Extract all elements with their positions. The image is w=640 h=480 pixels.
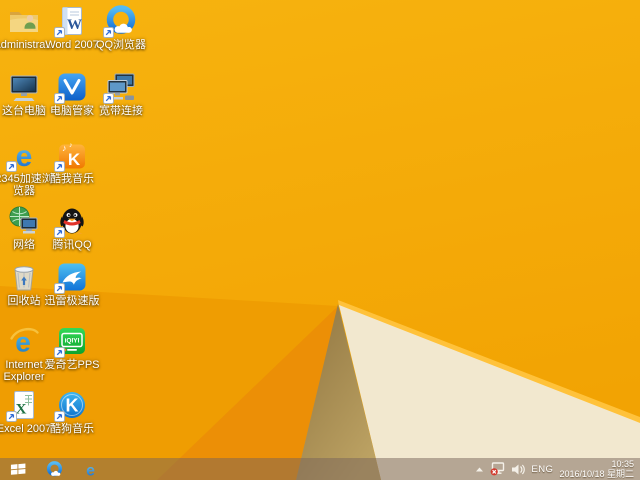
shortcut-arrow-icon bbox=[54, 161, 65, 172]
start-button[interactable] bbox=[0, 458, 36, 480]
browser-2345-icon: e bbox=[82, 461, 99, 478]
taskbar[interactable]: e EN bbox=[0, 458, 640, 480]
browser-2345-icon: e bbox=[8, 139, 40, 171]
desktop-icon-tencent-qq[interactable]: 腾讯QQ bbox=[48, 205, 96, 251]
taskbar-app-qq-browser[interactable] bbox=[36, 458, 72, 480]
volume-icon bbox=[511, 463, 525, 476]
desktop-icon-label: 腾讯QQ bbox=[33, 239, 111, 251]
shortcut-arrow-icon bbox=[6, 161, 17, 172]
shortcut-arrow-icon bbox=[6, 411, 17, 422]
iqiyi-pps-icon: iQIYI bbox=[56, 325, 88, 357]
svg-text:♪: ♪ bbox=[69, 142, 73, 149]
taskbar-clock[interactable]: 10:35 2016/10/18 星期二 bbox=[559, 459, 634, 479]
show-hidden-icons-button[interactable] bbox=[475, 466, 484, 473]
svg-text:K: K bbox=[66, 396, 79, 416]
svg-text:iQIYI: iQIYI bbox=[65, 338, 80, 345]
svg-text:e: e bbox=[16, 140, 33, 171]
kuwo-music-icon: K♪♪ bbox=[56, 139, 88, 171]
desktop-icon-label: QQ浏览器 bbox=[82, 39, 160, 51]
desktop-icon-browser-2345[interactable]: e2345加速浏览器 bbox=[0, 139, 48, 197]
clock-date: 2016/10/18 星期二 bbox=[559, 469, 634, 479]
network-disconnected-icon bbox=[490, 462, 505, 476]
system-tray: ENG 10:35 2016/10/18 星期二 bbox=[475, 458, 640, 480]
svg-text:e: e bbox=[86, 462, 95, 478]
excel-2007-icon: X bbox=[8, 389, 40, 421]
network-icon bbox=[8, 205, 40, 237]
qq-browser-icon bbox=[46, 461, 63, 478]
desktop-icon-grid: Administra...WWord 2007QQ浏览器这台电脑电脑管家宽带连接… bbox=[0, 0, 640, 480]
clock-time: 10:35 bbox=[559, 459, 634, 469]
chevron-up-icon bbox=[475, 466, 484, 473]
desktop-icon-label: 爱奇艺PPS bbox=[33, 359, 111, 371]
volume-button[interactable] bbox=[511, 463, 525, 476]
shortcut-arrow-icon bbox=[54, 227, 65, 238]
desktop-icon-label: 酷狗音乐 bbox=[33, 423, 111, 435]
desktop-icon-kuwo-music[interactable]: K♪♪酷我音乐 bbox=[48, 139, 96, 185]
network-status-button[interactable] bbox=[490, 462, 505, 476]
recycle-bin-icon bbox=[8, 261, 40, 293]
kugou-music-icon: K bbox=[56, 389, 88, 421]
user-folder-icon bbox=[8, 5, 40, 37]
desktop-icon-label: 宽带连接 bbox=[82, 105, 160, 117]
thunder-icon bbox=[56, 261, 88, 293]
shortcut-arrow-icon bbox=[54, 93, 65, 104]
taskbar-pinned-apps: e bbox=[36, 458, 108, 480]
shortcut-arrow-icon bbox=[54, 411, 65, 422]
taskbar-app-browser-2345[interactable]: e bbox=[72, 458, 108, 480]
qq-browser-icon bbox=[105, 5, 137, 37]
desktop-icon-kugou-music[interactable]: K酷狗音乐 bbox=[48, 389, 96, 435]
this-pc-icon bbox=[8, 71, 40, 103]
desktop-icon-internet-explorer[interactable]: eInternetExplorer bbox=[0, 325, 48, 383]
svg-text:X: X bbox=[16, 402, 27, 418]
desktop-icon-broadband[interactable]: 宽带连接 bbox=[97, 71, 145, 117]
shortcut-arrow-icon bbox=[103, 27, 114, 38]
language-indicator[interactable]: ENG bbox=[531, 464, 553, 475]
svg-text:K: K bbox=[68, 150, 81, 169]
svg-text:W: W bbox=[67, 17, 82, 33]
desktop-icon-iqiyi-pps[interactable]: iQIYI爱奇艺PPS bbox=[48, 325, 96, 371]
word-2007-icon: W bbox=[56, 5, 88, 37]
desktop[interactable]: Administra...WWord 2007QQ浏览器这台电脑电脑管家宽带连接… bbox=[0, 0, 640, 480]
desktop-icon-label: 酷我音乐 bbox=[33, 173, 111, 185]
svg-text:♪: ♪ bbox=[62, 143, 67, 153]
internet-explorer-icon: e bbox=[8, 325, 40, 357]
shortcut-arrow-icon bbox=[54, 27, 65, 38]
shortcut-arrow-icon bbox=[54, 347, 65, 358]
shortcut-arrow-icon bbox=[54, 283, 65, 294]
pc-manager-icon bbox=[56, 71, 88, 103]
broadband-icon bbox=[105, 71, 137, 103]
shortcut-arrow-icon bbox=[103, 93, 114, 104]
desktop-icon-label: 迅雷极速版 bbox=[33, 295, 111, 307]
desktop-icon-qq-browser[interactable]: QQ浏览器 bbox=[97, 5, 145, 51]
tencent-qq-icon bbox=[56, 205, 88, 237]
desktop-icon-thunder-speed[interactable]: 迅雷极速版 bbox=[48, 261, 96, 307]
windows-logo-icon bbox=[10, 462, 26, 477]
